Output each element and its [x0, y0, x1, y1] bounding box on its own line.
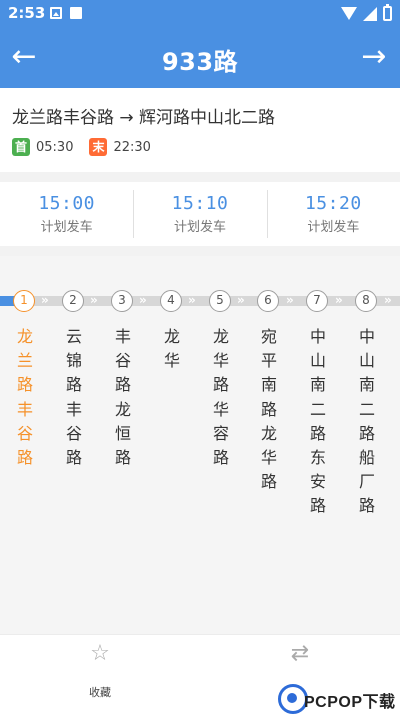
watermark-text: PCPOP下载 — [304, 694, 396, 711]
schedule-item: 15:00 计划发车 — [0, 182, 133, 246]
divider — [0, 246, 400, 256]
schedule-item: 15:10 计划发车 — [133, 182, 266, 246]
stop-number: 8 — [355, 290, 377, 312]
route-track — [0, 296, 400, 306]
watermark-logo: PCPOP下载 — [276, 682, 400, 720]
chevron-icon: » — [384, 293, 392, 307]
favorite-button[interactable]: ☆ 收藏 — [50, 635, 150, 720]
stop-name: 龙华 — [163, 327, 180, 371]
chevron-icon: » — [41, 293, 49, 307]
stop-number: 6 — [257, 290, 279, 312]
stops-list: » » » » » » » » 1 龙兰路丰谷路 2 云锦路丰谷路 3 丰谷路龙… — [0, 256, 400, 634]
stop-name: 宛平南路龙华路 — [260, 327, 277, 492]
stop-number: 5 — [209, 290, 231, 312]
departure-time: 15:20 — [304, 193, 362, 214]
first-bus-badge: 首 — [12, 138, 30, 156]
departure-time: 15:10 — [171, 193, 229, 214]
departure-label: 计划发车 — [307, 220, 360, 235]
arrow-right-icon: → — [361, 39, 387, 74]
battery-icon — [383, 4, 392, 21]
stop-name: 中山南二路东安路 — [309, 327, 326, 516]
chevron-icon: » — [286, 293, 294, 307]
stop-number: 2 — [62, 290, 84, 312]
stop-name: 丰谷路龙恒路 — [114, 327, 131, 468]
operating-hours: 首 05:30 末 22:30 — [12, 138, 151, 156]
stop-number: 3 — [111, 290, 133, 312]
chevron-icon: » — [188, 293, 196, 307]
last-bus-time: 22:30 — [113, 139, 151, 155]
last-bus-badge: 末 — [89, 138, 108, 156]
stop-name: 云锦路丰谷路 — [65, 327, 82, 468]
first-bus-time: 05:30 — [36, 139, 74, 155]
stop-name: 龙华路华容路 — [212, 327, 229, 468]
route-info: 龙兰路丰谷路 → 辉河路中山北二路 首 05:30 末 22:30 — [0, 88, 400, 172]
chevron-icon: » — [237, 293, 245, 307]
signal-icon — [363, 6, 377, 21]
stop-number: 7 — [306, 290, 328, 312]
page-title: 933路 — [161, 48, 239, 76]
departure-label: 计划发车 — [40, 220, 93, 235]
status-bar: 2:53 — [0, 0, 400, 28]
swap-icon: ⇄ — [290, 641, 310, 666]
star-icon: ☆ — [90, 641, 110, 666]
image-notification-icon — [50, 7, 62, 19]
schedule-item: 15:20 计划发车 — [266, 182, 400, 246]
system-icons — [341, 4, 392, 21]
title-bar: ← 933路 → — [0, 28, 400, 88]
departure-time: 15:00 — [38, 193, 95, 214]
stop-number: 1 — [13, 290, 35, 312]
wifi-icon — [341, 7, 357, 20]
stop-name: 龙兰路丰谷路 — [16, 327, 33, 468]
departure-label: 计划发车 — [173, 220, 226, 235]
stop-number: 4 — [160, 290, 182, 312]
chevron-icon: » — [139, 293, 147, 307]
app-notification-icon — [70, 7, 82, 19]
divider — [0, 172, 400, 182]
chevron-icon: » — [90, 293, 98, 307]
favorite-label: 收藏 — [89, 686, 111, 699]
stop-name: 中山南二路船厂路 — [358, 327, 375, 516]
status-time: 2:53 — [8, 4, 46, 22]
route-name: 龙兰路丰谷路 → 辉河路中山北二路 — [12, 108, 276, 128]
chevron-icon: » — [335, 293, 343, 307]
notification-icons — [50, 7, 82, 19]
reverse-direction-button[interactable]: → — [354, 40, 394, 76]
departure-schedule: 15:00 计划发车 15:10 计划发车 15:20 计划发车 — [0, 182, 400, 246]
